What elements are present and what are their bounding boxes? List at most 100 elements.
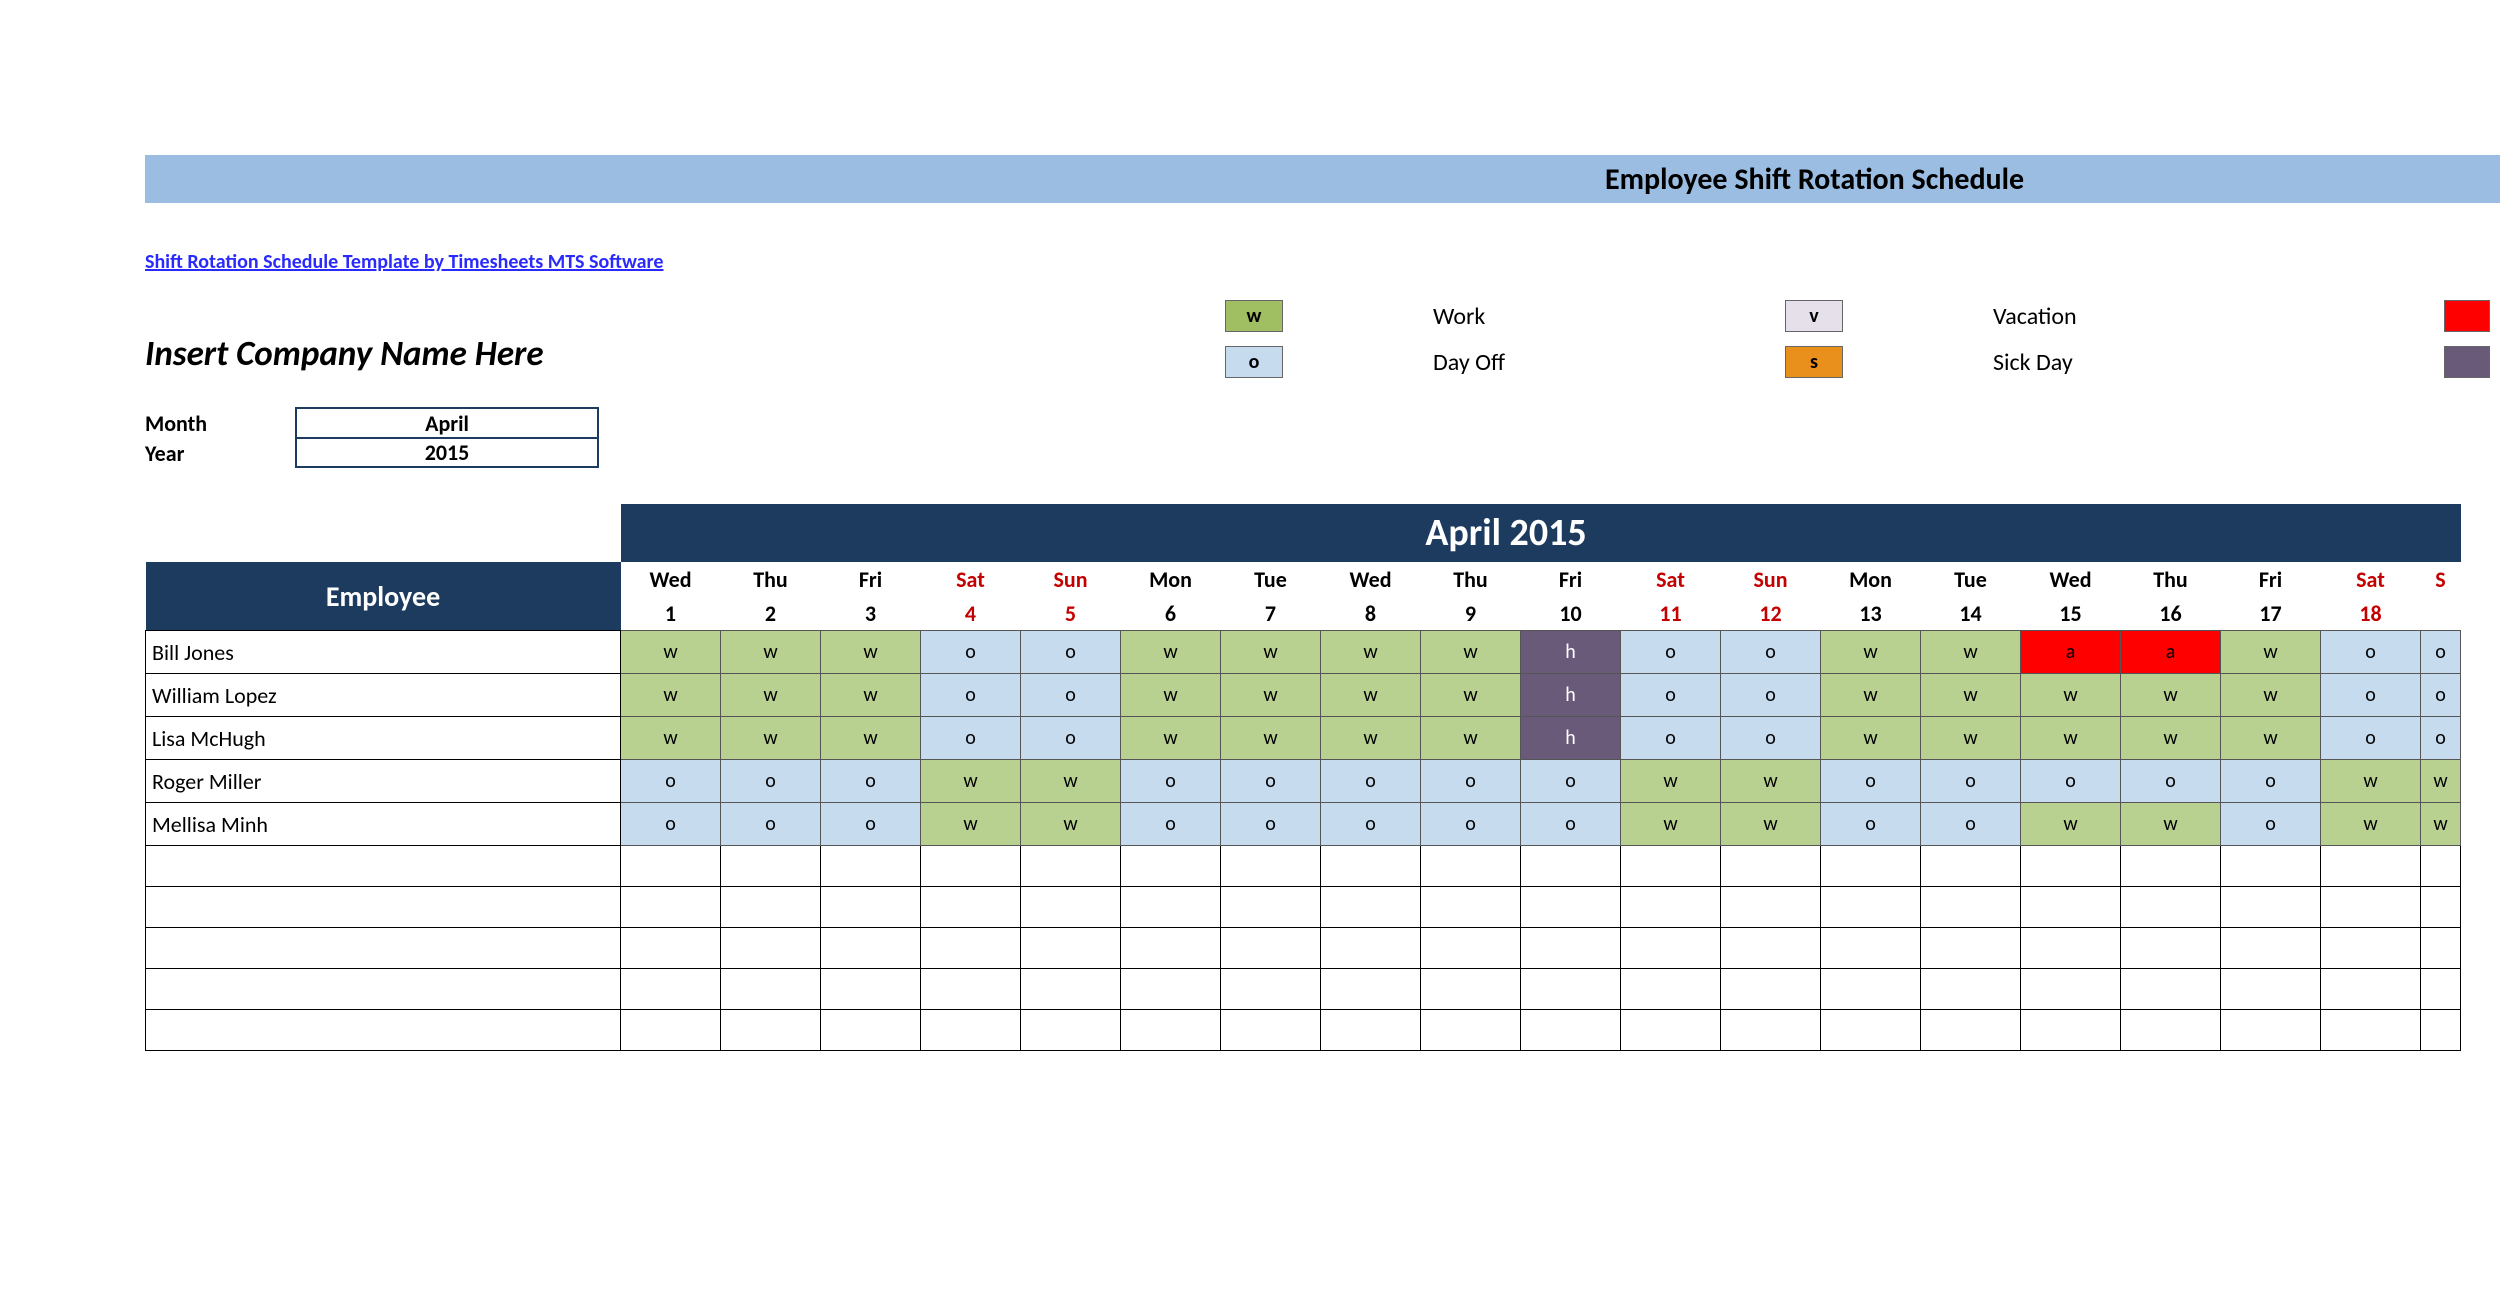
shift-cell[interactable]: o bbox=[2221, 803, 2321, 846]
shift-cell[interactable]: o bbox=[2321, 717, 2421, 760]
shift-cell[interactable]: w bbox=[821, 631, 921, 674]
shift-cell[interactable] bbox=[1921, 969, 2021, 1010]
shift-cell[interactable]: w bbox=[1321, 717, 1421, 760]
shift-cell[interactable]: o bbox=[1621, 631, 1721, 674]
shift-cell[interactable] bbox=[621, 887, 721, 928]
shift-cell[interactable]: w bbox=[1221, 717, 1321, 760]
employee-name-cell[interactable]: Bill Jones bbox=[146, 631, 621, 674]
shift-cell[interactable] bbox=[921, 1010, 1021, 1051]
shift-cell[interactable]: w bbox=[1621, 803, 1721, 846]
employee-name-cell[interactable] bbox=[146, 887, 621, 928]
shift-cell[interactable] bbox=[721, 928, 821, 969]
shift-cell[interactable] bbox=[1121, 1010, 1221, 1051]
shift-cell[interactable] bbox=[721, 1010, 821, 1051]
shift-cell[interactable] bbox=[1821, 887, 1921, 928]
shift-cell[interactable]: o bbox=[621, 803, 721, 846]
employee-name-cell[interactable] bbox=[146, 969, 621, 1010]
shift-cell[interactable] bbox=[2221, 1010, 2321, 1051]
shift-cell[interactable]: o bbox=[2221, 760, 2321, 803]
shift-cell[interactable]: w bbox=[2421, 803, 2461, 846]
shift-cell[interactable] bbox=[2321, 928, 2421, 969]
shift-cell[interactable] bbox=[2321, 969, 2421, 1010]
template-link[interactable]: Shift Rotation Schedule Template by Time… bbox=[145, 250, 663, 274]
shift-cell[interactable] bbox=[1221, 846, 1321, 887]
shift-cell[interactable] bbox=[1621, 928, 1721, 969]
shift-cell[interactable] bbox=[2221, 887, 2321, 928]
shift-cell[interactable] bbox=[1721, 846, 1821, 887]
shift-cell[interactable]: o bbox=[1521, 803, 1621, 846]
shift-cell[interactable] bbox=[821, 887, 921, 928]
shift-cell[interactable]: o bbox=[1421, 760, 1521, 803]
shift-cell[interactable] bbox=[1521, 969, 1621, 1010]
shift-cell[interactable]: w bbox=[2221, 631, 2321, 674]
shift-cell[interactable] bbox=[2221, 969, 2321, 1010]
shift-cell[interactable]: w bbox=[1821, 717, 1921, 760]
shift-cell[interactable] bbox=[1721, 928, 1821, 969]
shift-cell[interactable]: o bbox=[1221, 760, 1321, 803]
shift-cell[interactable]: o bbox=[2421, 631, 2461, 674]
shift-cell[interactable] bbox=[921, 928, 1021, 969]
shift-cell[interactable]: o bbox=[1021, 631, 1121, 674]
shift-cell[interactable] bbox=[1021, 969, 1121, 1010]
shift-cell[interactable] bbox=[1921, 1010, 2021, 1051]
shift-cell[interactable]: o bbox=[2021, 760, 2121, 803]
shift-cell[interactable]: w bbox=[1921, 631, 2021, 674]
shift-cell[interactable] bbox=[2421, 887, 2461, 928]
shift-cell[interactable]: a bbox=[2121, 631, 2221, 674]
shift-cell[interactable]: w bbox=[2121, 717, 2221, 760]
shift-cell[interactable] bbox=[621, 969, 721, 1010]
shift-cell[interactable]: w bbox=[1121, 631, 1221, 674]
shift-cell[interactable]: o bbox=[2121, 760, 2221, 803]
shift-cell[interactable]: w bbox=[2021, 803, 2121, 846]
shift-cell[interactable] bbox=[1021, 1010, 1121, 1051]
shift-cell[interactable] bbox=[2021, 928, 2121, 969]
shift-cell[interactable]: w bbox=[2321, 760, 2421, 803]
shift-cell[interactable]: w bbox=[621, 631, 721, 674]
shift-cell[interactable]: o bbox=[1221, 803, 1321, 846]
shift-cell[interactable] bbox=[1221, 887, 1321, 928]
shift-cell[interactable] bbox=[1021, 887, 1121, 928]
shift-cell[interactable] bbox=[2021, 887, 2121, 928]
shift-cell[interactable]: o bbox=[1321, 803, 1421, 846]
shift-cell[interactable]: o bbox=[1321, 760, 1421, 803]
shift-cell[interactable]: o bbox=[1721, 717, 1821, 760]
shift-cell[interactable] bbox=[821, 1010, 921, 1051]
shift-cell[interactable] bbox=[2121, 1010, 2221, 1051]
shift-cell[interactable]: w bbox=[1221, 674, 1321, 717]
shift-cell[interactable] bbox=[1821, 969, 1921, 1010]
shift-cell[interactable] bbox=[2421, 1010, 2461, 1051]
shift-cell[interactable]: o bbox=[921, 717, 1021, 760]
shift-cell[interactable]: w bbox=[821, 717, 921, 760]
shift-cell[interactable] bbox=[1221, 928, 1321, 969]
shift-cell[interactable] bbox=[2021, 846, 2121, 887]
shift-cell[interactable]: o bbox=[2321, 631, 2421, 674]
employee-name-cell[interactable] bbox=[146, 1010, 621, 1051]
shift-cell[interactable] bbox=[1521, 928, 1621, 969]
shift-cell[interactable]: h bbox=[1521, 631, 1621, 674]
employee-name-cell[interactable]: Mellisa Minh bbox=[146, 803, 621, 846]
shift-cell[interactable]: w bbox=[1821, 674, 1921, 717]
shift-cell[interactable] bbox=[2321, 1010, 2421, 1051]
shift-cell[interactable]: o bbox=[1021, 717, 1121, 760]
shift-cell[interactable] bbox=[1221, 969, 1321, 1010]
shift-cell[interactable] bbox=[2121, 928, 2221, 969]
shift-cell[interactable] bbox=[1221, 1010, 1321, 1051]
shift-cell[interactable] bbox=[1421, 887, 1521, 928]
shift-cell[interactable]: w bbox=[621, 674, 721, 717]
shift-cell[interactable] bbox=[1421, 928, 1521, 969]
month-input[interactable]: April bbox=[295, 407, 599, 439]
shift-cell[interactable] bbox=[921, 846, 1021, 887]
shift-cell[interactable]: w bbox=[2221, 674, 2321, 717]
shift-cell[interactable]: w bbox=[1021, 760, 1121, 803]
shift-cell[interactable] bbox=[721, 969, 821, 1010]
shift-cell[interactable]: w bbox=[1421, 674, 1521, 717]
shift-cell[interactable] bbox=[621, 928, 721, 969]
employee-name-cell[interactable] bbox=[146, 928, 621, 969]
shift-cell[interactable]: w bbox=[2421, 760, 2461, 803]
shift-cell[interactable]: w bbox=[1921, 717, 2021, 760]
shift-cell[interactable] bbox=[1321, 928, 1421, 969]
shift-cell[interactable] bbox=[2121, 969, 2221, 1010]
shift-cell[interactable] bbox=[921, 969, 1021, 1010]
shift-cell[interactable] bbox=[1121, 969, 1221, 1010]
shift-cell[interactable] bbox=[1921, 887, 2021, 928]
